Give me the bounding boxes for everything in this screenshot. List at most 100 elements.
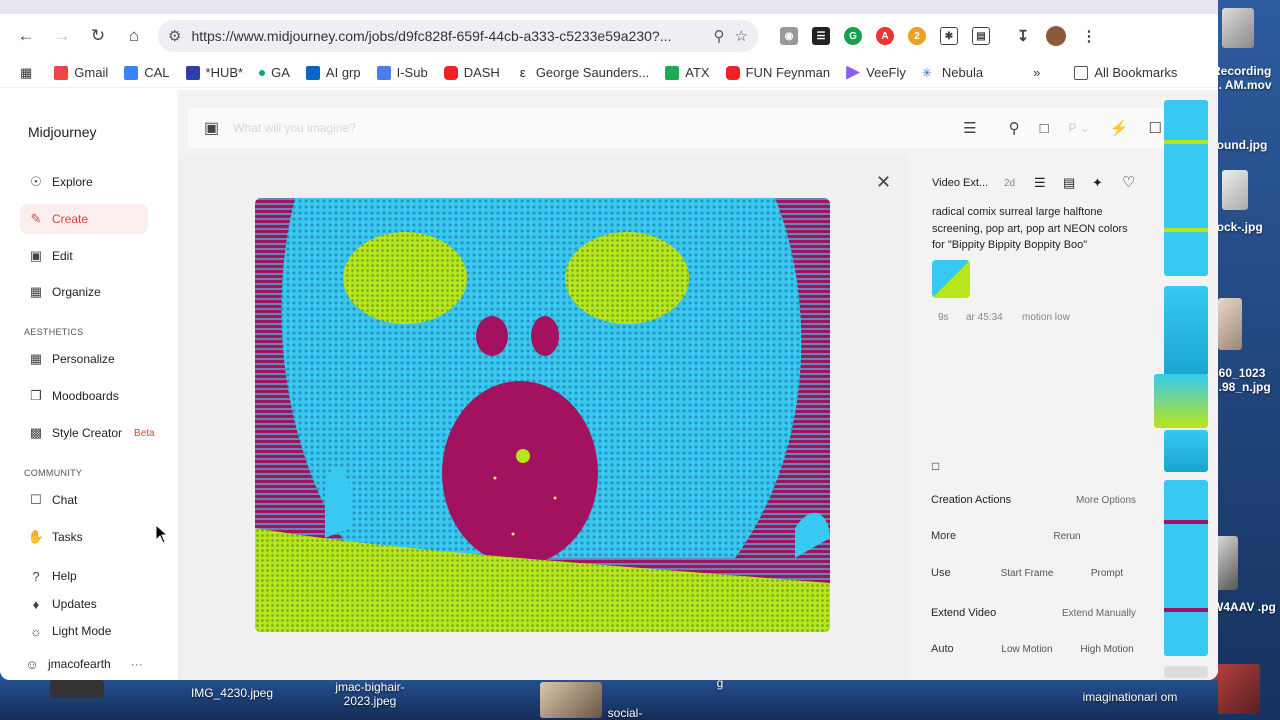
- history-thumbnail[interactable]: [1164, 666, 1208, 678]
- list-icon[interactable]: ☰: [1034, 175, 1046, 191]
- bookmark-ga[interactable]: GA: [251, 65, 298, 80]
- profile-avatar[interactable]: [1046, 26, 1066, 46]
- bookmark-gmail[interactable]: Gmail: [46, 65, 116, 80]
- bookmark-george-saunders[interactable]: ε George Saunders...: [508, 65, 657, 80]
- all-bookmarks-button[interactable]: All Bookmarks: [1066, 65, 1185, 80]
- sidebar-item-create[interactable]: ✎ Create: [20, 204, 148, 234]
- menu-kebab-icon[interactable]: ⋮: [1080, 27, 1098, 45]
- help-icon: ?: [32, 568, 40, 584]
- bookmark-i-sub[interactable]: I-Sub: [369, 65, 436, 80]
- bookmark-veefly[interactable]: VeeFly: [838, 65, 914, 80]
- desktop-file-thumbnail[interactable]: [540, 682, 602, 718]
- image-prompt-icon[interactable]: ▣: [204, 118, 219, 138]
- badge-extension-icon[interactable]: 2: [908, 27, 926, 45]
- settings-sliders-icon[interactable]: ☰: [963, 119, 976, 137]
- tag-aspect-ratio: ar 45:34: [966, 312, 1003, 323]
- close-icon[interactable]: ✕: [876, 172, 891, 193]
- profile-chevron-down-icon[interactable]: P ⌄: [1069, 121, 1090, 135]
- puzzle-extensions-icon[interactable]: ✱: [940, 27, 958, 45]
- sidebar-item-edit[interactable]: ▣ Edit: [20, 241, 148, 271]
- sidebar-item-personalize[interactable]: ▦ Personalize: [20, 344, 148, 374]
- bookmark-fun-feynman[interactable]: FUN Feynman: [718, 65, 839, 80]
- bookmark-atx[interactable]: ATX: [657, 65, 717, 80]
- prompt-input[interactable]: What will you imagine?: [233, 121, 963, 135]
- folder-icon[interactable]: □: [1040, 120, 1049, 137]
- history-thumbnail[interactable]: [1154, 374, 1208, 428]
- desktop-file-thumbnail[interactable]: [50, 680, 104, 698]
- bookmark-cal[interactable]: CAL: [116, 65, 177, 80]
- sidebar-item-updates[interactable]: ♦ Updates: [20, 589, 148, 619]
- desktop-file-label[interactable]: imaginationari om: [1078, 690, 1182, 704]
- bookmark-hub[interactable]: *HUB*: [178, 65, 252, 80]
- desktop-file-label[interactable]: 660_1023 ...98_n.jpg: [1212, 366, 1280, 394]
- brand-logo[interactable]: Midjourney: [28, 124, 96, 140]
- zoom-search-icon[interactable]: ⚲: [714, 27, 725, 45]
- sidebar-item-help[interactable]: ? Help: [20, 561, 148, 591]
- url-text[interactable]: https://www.midjourney.com/jobs/d9fc828f…: [191, 28, 703, 44]
- high-motion-button[interactable]: High Motion: [1072, 637, 1142, 661]
- grammarly-extension-icon[interactable]: G: [844, 27, 862, 45]
- sidebar-item-organize[interactable]: ▦ Organize: [20, 277, 148, 307]
- history-thumbnail[interactable]: [1164, 286, 1208, 376]
- address-bar[interactable]: ⚙ https://www.midjourney.com/jobs/d9fc82…: [158, 20, 758, 52]
- more-options-link[interactable]: More Options: [1076, 495, 1136, 506]
- sidebar-item-moodboards[interactable]: ❐ Moodboards: [20, 381, 148, 411]
- generated-video-frame[interactable]: [255, 198, 830, 632]
- sidebar-item-label: Updates: [52, 597, 97, 611]
- back-icon[interactable]: ←: [10, 20, 42, 52]
- extend-manually-link[interactable]: Extend Manually: [1062, 608, 1136, 619]
- rerun-button[interactable]: Rerun: [992, 524, 1142, 548]
- user-menu[interactable]: ☺ jmacofearth ···: [24, 656, 143, 672]
- reference-image-thumbnail[interactable]: [932, 260, 970, 298]
- desktop-file-label[interactable]: W4AAV .pg: [1212, 600, 1280, 614]
- site-settings-icon[interactable]: ⚙: [168, 27, 181, 45]
- desktop-file-label[interactable]: rock-.jpg: [1212, 220, 1280, 234]
- desktop-file-label[interactable]: IMG_4230.jpeg: [182, 686, 282, 700]
- bookmark-ai-grp[interactable]: AI grp: [298, 65, 369, 80]
- download-icon[interactable]: ↧: [1014, 27, 1032, 45]
- folder-icon[interactable]: □: [932, 459, 939, 473]
- save-document-icon[interactable]: ▤: [1063, 175, 1075, 191]
- desktop-file-label[interactable]: Recording ... AM.mov: [1212, 64, 1280, 92]
- tab-search-icon[interactable]: ▤: [972, 27, 990, 45]
- desktop-file-thumbnail[interactable]: [1222, 170, 1248, 210]
- history-thumbnail[interactable]: [1164, 480, 1208, 656]
- desktop-file-label[interactable]: jmac-bighair-2023.jpeg: [312, 680, 428, 708]
- sidebar-item-light-mode[interactable]: ☼ Light Mode: [20, 616, 148, 646]
- more-options-icon[interactable]: ···: [131, 657, 143, 671]
- bookmark-star-icon[interactable]: ☆: [735, 27, 748, 45]
- camera-extension-icon[interactable]: ◉: [780, 27, 798, 45]
- beta-badge: Beta: [134, 427, 155, 439]
- pin-icon[interactable]: ✦: [1092, 175, 1103, 191]
- desktop-file-thumbnail[interactable]: [1222, 8, 1254, 48]
- sidebar-item-tasks[interactable]: ✋ Tasks: [20, 522, 148, 552]
- more-bookmarks-chevron-icon[interactable]: »: [1025, 65, 1048, 80]
- forward-icon[interactable]: →: [46, 20, 78, 52]
- home-icon[interactable]: ⌂: [118, 20, 150, 52]
- adblock-extension-icon[interactable]: A: [876, 27, 894, 45]
- low-motion-button[interactable]: Low Motion: [992, 637, 1062, 661]
- prompt-button[interactable]: Prompt: [1072, 561, 1142, 585]
- layers-extension-icon[interactable]: ☰: [812, 27, 830, 45]
- history-thumbnail[interactable]: [1164, 430, 1208, 472]
- desktop-file-thumbnail[interactable]: [1218, 298, 1242, 350]
- sidebar-item-label: Create: [52, 212, 89, 226]
- sidebar-item-chat[interactable]: ☐ Chat: [20, 485, 148, 515]
- bookmark-dash[interactable]: DASH: [436, 65, 508, 80]
- desktop-file-label[interactable]: round.jpg: [1212, 138, 1280, 152]
- apps-grid-icon[interactable]: ▦: [12, 65, 46, 81]
- prompt-text[interactable]: radical comix surreal large halftone scr…: [932, 204, 1142, 254]
- lightning-icon[interactable]: ⚡: [1110, 119, 1129, 137]
- heart-icon[interactable]: ♡: [1122, 173, 1135, 191]
- history-thumbnail[interactable]: [1164, 100, 1208, 276]
- desktop-file-label[interactable]: social-: [600, 706, 650, 720]
- sheets-icon: [665, 65, 680, 80]
- linkedin-icon: [305, 65, 320, 80]
- bookmark-nebula[interactable]: ✳ Nebula: [914, 65, 991, 80]
- reload-icon[interactable]: ↻: [82, 20, 114, 52]
- sidebar-item-style-creator[interactable]: ▩ Style Creator Beta: [20, 418, 170, 448]
- start-frame-button[interactable]: Start Frame: [992, 561, 1062, 585]
- search-icon[interactable]: ⚲: [1009, 119, 1020, 137]
- message-icon[interactable]: ☐: [1149, 119, 1162, 137]
- sidebar-item-explore[interactable]: ☉ Explore: [20, 167, 148, 197]
